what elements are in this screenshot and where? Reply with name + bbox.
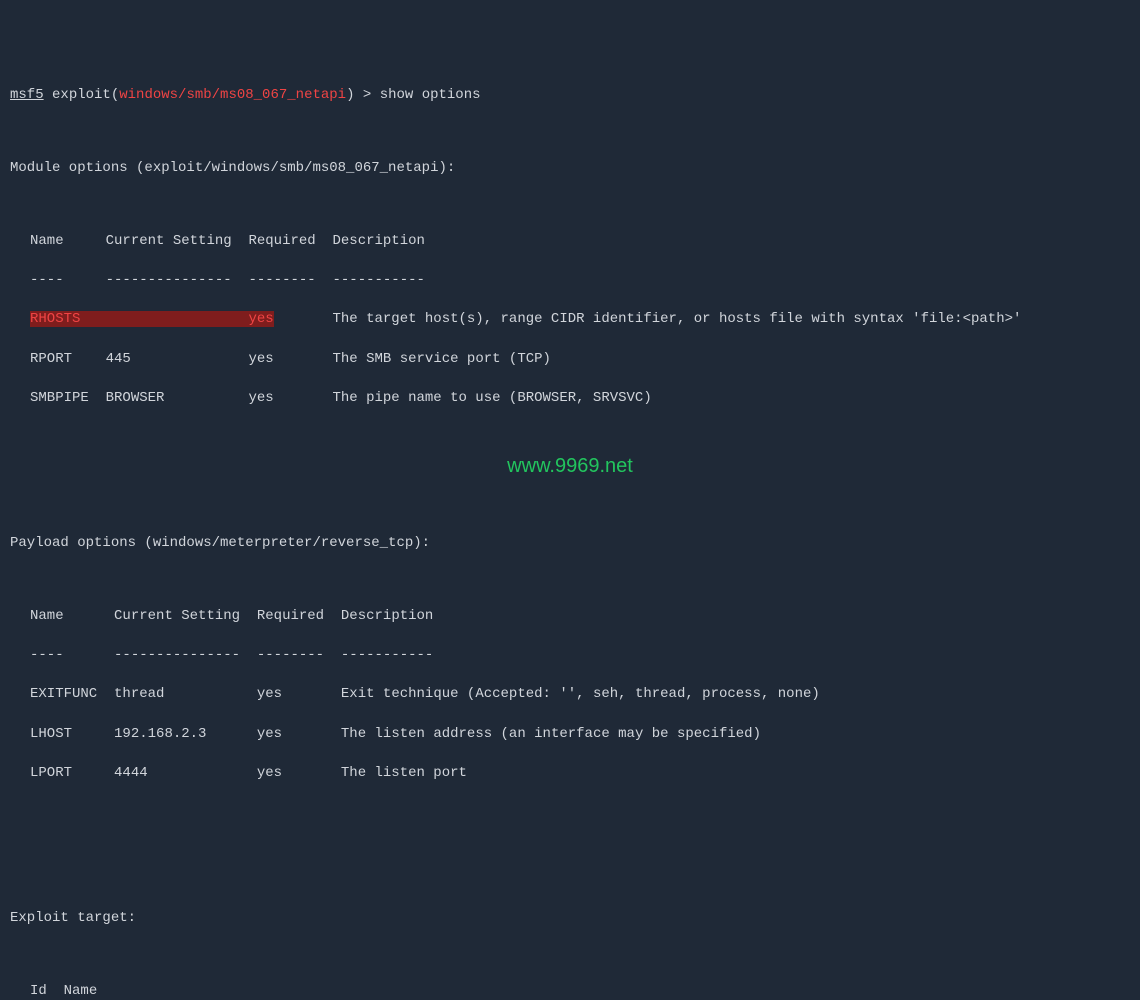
col-setting: Current Setting (106, 233, 232, 249)
opt-required: yes (248, 351, 273, 367)
col-name: Name (30, 233, 64, 249)
col-name: Name (64, 983, 98, 999)
col-required: Required (248, 233, 315, 249)
opt-rhosts: RHOSTS yes (30, 311, 274, 327)
opt-required: yes (257, 765, 282, 781)
opt-setting: 445 (106, 351, 131, 367)
module-table-underline: ---- --------------- -------- ----------… (30, 271, 1130, 291)
opt-rport: RPORT (30, 351, 72, 367)
module-table-header: Name Current Setting Required Descriptio… (30, 232, 1130, 252)
col-required: Required (257, 608, 324, 624)
opt-required: yes (248, 390, 273, 406)
prompt-context: exploit (52, 87, 111, 103)
opt-required: yes (257, 726, 282, 742)
opt-required: yes (257, 686, 282, 702)
opt-exitfunc: EXITFUNC (30, 686, 97, 702)
payload-table-underline: ---- --------------- -------- ----------… (30, 646, 1130, 666)
col-name: Name (30, 608, 64, 624)
payload-options-header: Payload options (windows/meterpreter/rev… (10, 534, 1130, 554)
command-text: show options (380, 87, 481, 103)
col-setting: Current Setting (114, 608, 240, 624)
opt-desc: The SMB service port (TCP) (333, 351, 551, 367)
table-row: EXITFUNC thread yes Exit technique (Acce… (30, 685, 1130, 705)
table-row: SMBPIPE BROWSER yes The pipe name to use… (30, 389, 1130, 409)
opt-lhost: LHOST (30, 726, 72, 742)
col-id: Id (30, 983, 47, 999)
opt-desc: The target host(s), range CIDR identifie… (332, 311, 1021, 327)
exploit-target-header: Exploit target: (10, 909, 1130, 929)
opt-lport: LPORT (30, 765, 72, 781)
opt-setting: 192.168.2.3 (114, 726, 206, 742)
table-row: RPORT 445 yes The SMB service port (TCP) (30, 350, 1130, 370)
module-options-header: Module options (exploit/windows/smb/ms08… (10, 159, 1130, 179)
table-row: LPORT 4444 yes The listen port (30, 764, 1130, 784)
module-path: windows/smb/ms08_067_netapi (119, 87, 346, 103)
opt-desc: The listen port (341, 765, 467, 781)
table-row: RHOSTS yes The target host(s), range CID… (30, 310, 1130, 330)
col-description: Description (341, 608, 433, 624)
prompt-prefix: msf5 (10, 87, 44, 103)
opt-desc: The pipe name to use (BROWSER, SRVSVC) (332, 390, 651, 406)
opt-desc: Exit technique (Accepted: '', seh, threa… (341, 686, 820, 702)
opt-setting: thread (114, 686, 164, 702)
target-table-header: Id Name (30, 982, 1130, 1000)
opt-setting: 4444 (114, 765, 148, 781)
opt-smbpipe: SMBPIPE (30, 390, 89, 406)
payload-table-header: Name Current Setting Required Descriptio… (30, 607, 1130, 627)
table-row: LHOST 192.168.2.3 yes The listen address… (30, 725, 1130, 745)
opt-desc: The listen address (an interface may be … (341, 726, 761, 742)
watermark: www.9969.net (507, 452, 633, 480)
col-description: Description (333, 233, 425, 249)
opt-setting: BROWSER (106, 390, 165, 406)
msf-prompt[interactable]: msf5 exploit(windows/smb/ms08_067_netapi… (10, 86, 1130, 106)
